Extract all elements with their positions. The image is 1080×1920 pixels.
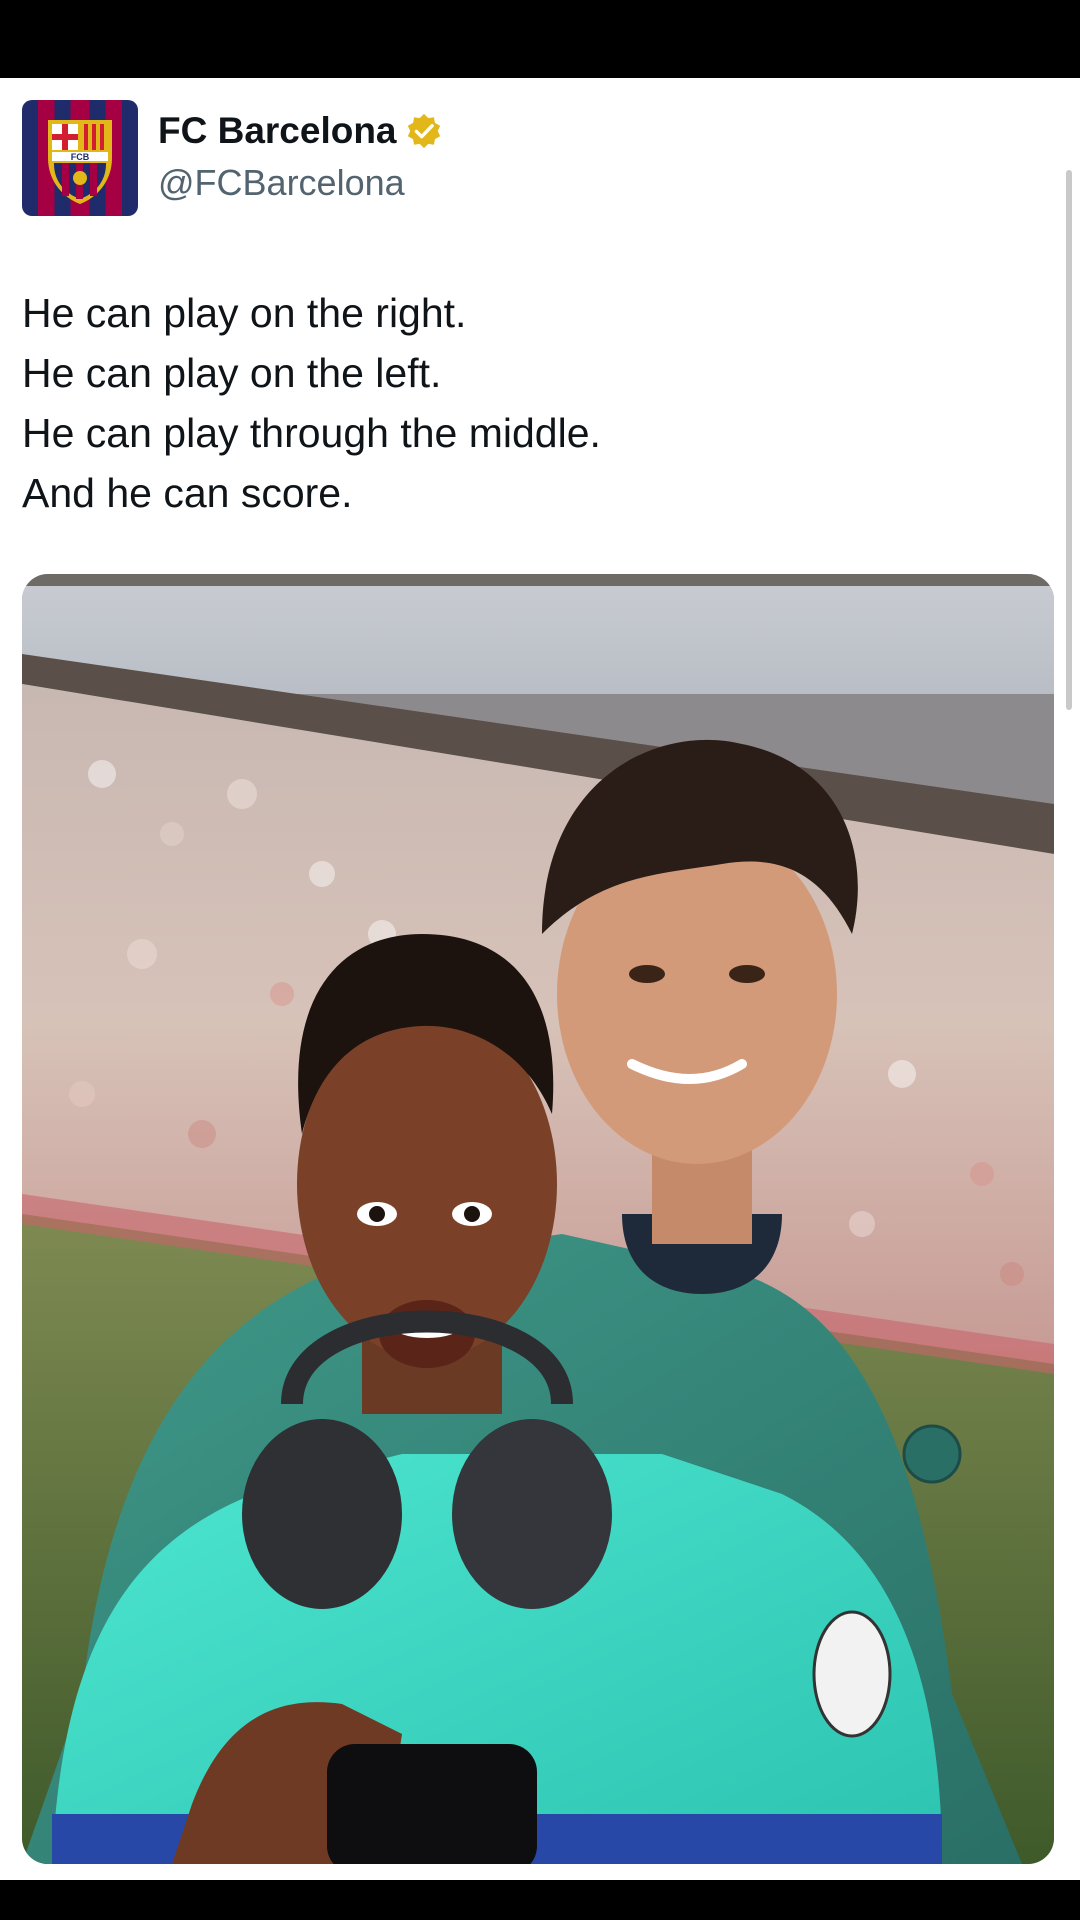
scrollbar[interactable] xyxy=(1066,170,1072,710)
account-handle[interactable]: @FCBarcelona xyxy=(158,162,405,204)
tweet-media-photo[interactable] xyxy=(22,574,1054,1864)
tweet-text-line: He can play on the right. xyxy=(22,290,467,336)
tweet-text-line: He can play through the middle. xyxy=(22,410,601,456)
tweet-card[interactable]: FCB FC Barcelona @FCBarcelona He can pla… xyxy=(0,78,1080,1880)
tweet-text-line: He can play on the left. xyxy=(22,350,442,396)
display-name[interactable]: FC Barcelona xyxy=(158,110,397,152)
photo-illustration xyxy=(22,574,1054,1864)
crest-text: FCB xyxy=(71,152,90,162)
verified-badge-icon xyxy=(407,113,440,149)
tweet-text-line: And he can score. xyxy=(22,470,353,516)
club-crest-logo: FCB xyxy=(48,120,112,204)
avatar[interactable]: FCB xyxy=(22,100,138,216)
tweet-text: He can play on the right. He can play on… xyxy=(22,283,601,523)
bottom-area xyxy=(0,1880,1080,1920)
status-bar-area xyxy=(0,0,1080,78)
author-name-row[interactable]: FC Barcelona xyxy=(158,110,443,152)
